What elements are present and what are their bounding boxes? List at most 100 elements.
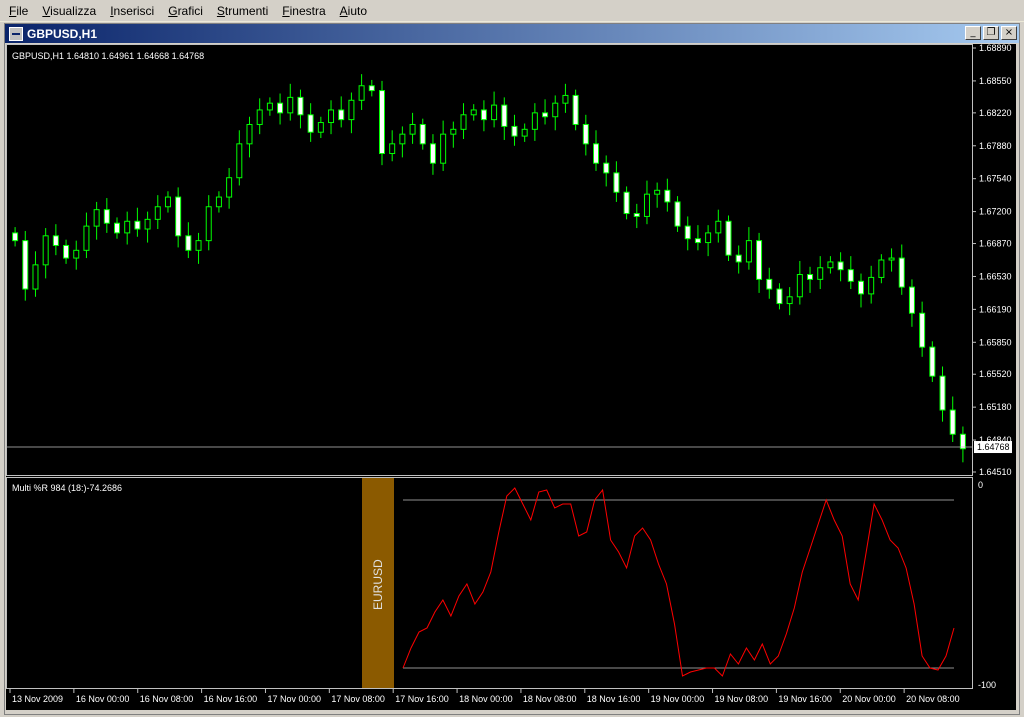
- indicator-tick-label: -100: [978, 680, 996, 690]
- restore-button[interactable]: ❐: [983, 26, 999, 40]
- candle-body-bull: [32, 264, 39, 290]
- candle-body-bull: [246, 123, 253, 145]
- time-tick-label: 16 Nov 16:00: [204, 694, 258, 704]
- candle-body-bull: [786, 296, 793, 305]
- candle-body-bull: [491, 104, 498, 121]
- candle-body-bull: [348, 99, 355, 121]
- candle-body-bear: [949, 409, 956, 435]
- candle-body-bear: [837, 261, 844, 271]
- menu-aiuto[interactable]: Aiuto: [333, 2, 374, 20]
- candle-body-bull: [266, 102, 273, 111]
- candle-body-bear: [582, 123, 589, 145]
- candle-body-bear: [12, 232, 19, 242]
- candle-body-bear: [807, 274, 814, 280]
- time-tick-label: 19 Nov 08:00: [715, 694, 769, 704]
- menu-bar: File Visualizza Inserisci Grafici Strumenti F…: [0, 0, 1024, 22]
- close-icon: ×: [1004, 27, 1014, 38]
- menu-visualizza[interactable]: Visualizza: [35, 2, 103, 20]
- candle-body-bear: [307, 114, 314, 133]
- candle-body-bear: [22, 240, 29, 290]
- candle-body-bear: [511, 125, 518, 137]
- candle-body-bear: [766, 278, 773, 290]
- candle-body-bear: [593, 143, 600, 164]
- candle-body-bull: [236, 143, 243, 179]
- candle-body-bull: [226, 177, 233, 198]
- time-tick-label: 18 Nov 08:00: [523, 694, 577, 704]
- candle-body-bull: [521, 128, 528, 137]
- candle-body-bear: [908, 286, 915, 314]
- candle-body-bear: [857, 280, 864, 295]
- price-tick-label: 1.64510: [979, 467, 1012, 477]
- candle-body-bear: [480, 109, 487, 121]
- candle-body-bull: [195, 240, 202, 251]
- menu-finestra[interactable]: Finestra: [275, 2, 332, 20]
- time-tick-label: 19 Nov 00:00: [651, 694, 705, 704]
- close-button[interactable]: ×: [1001, 26, 1017, 40]
- candle-body-bear: [959, 433, 966, 450]
- candle: [929, 341, 936, 382]
- time-tick-label: 20 Nov 00:00: [842, 694, 896, 704]
- minimize-button[interactable]: _: [965, 26, 981, 40]
- chart-window-icon: [9, 26, 23, 41]
- candle-body-bull: [827, 261, 834, 269]
- indicator-tick-label: 0: [978, 480, 983, 490]
- candle-body-bull: [215, 196, 222, 208]
- price-tick-label: 1.68550: [979, 76, 1012, 86]
- candle-body-bull: [256, 109, 263, 125]
- candle-body-bear: [919, 312, 926, 348]
- candle-body-bear: [847, 269, 854, 282]
- candle-body-bear: [134, 220, 141, 230]
- current-price-label: 1.64768: [977, 442, 1010, 452]
- candle-body-bear: [735, 254, 742, 263]
- chart-info-line: GBPUSD,H1 1.64810 1.64961 1.64668 1.6476…: [12, 51, 204, 61]
- time-tick-label: 16 Nov 00:00: [76, 694, 130, 704]
- candle-body-bull: [450, 128, 457, 135]
- candle-body-bear: [429, 143, 436, 164]
- time-tick-label: 17 Nov 08:00: [331, 694, 385, 704]
- candle-body-bull: [868, 276, 875, 295]
- candle-body-bull: [562, 94, 569, 104]
- candle-body-bull: [715, 220, 722, 234]
- candle-body-bear: [114, 222, 121, 234]
- candle-body-bull: [83, 225, 90, 251]
- candle-body-bear: [378, 90, 385, 155]
- candle-body-bull: [42, 235, 49, 266]
- indicator-label: Multi %R 984 (18:)-74.2686: [12, 483, 122, 493]
- candle-body-bull: [358, 85, 365, 101]
- candle-body-bear: [664, 189, 671, 203]
- candle-body-bear: [898, 257, 905, 288]
- symbol-tag-label: EURUSD: [371, 559, 385, 610]
- menu-grafici[interactable]: Grafici: [161, 2, 210, 20]
- price-tick-label: 1.67200: [979, 207, 1012, 217]
- candle-body-bear: [297, 96, 304, 116]
- price-tick-label: 1.66190: [979, 304, 1012, 314]
- price-tick-label: 1.65180: [979, 402, 1012, 412]
- candle-body-bear: [929, 346, 936, 377]
- candle-body-bull: [643, 193, 650, 217]
- candle-body-bear: [939, 375, 946, 411]
- chart-canvas[interactable]: EURUSD 0 -100 1.68890 1.68550 1.68220 1.67880…: [6, 43, 1016, 710]
- price-chart-svg[interactable]: EURUSD 0 -100 1.68890 1.68550 1.68220 1.67880…: [6, 43, 1016, 710]
- candle-body-bear: [52, 235, 59, 246]
- time-tick-label: 20 Nov 08:00: [906, 694, 960, 704]
- candle-body-bull: [552, 102, 559, 118]
- candle: [725, 215, 732, 261]
- menu-file[interactable]: File: [2, 2, 35, 20]
- menu-strumenti[interactable]: Strumenti: [210, 2, 275, 20]
- restore-icon: ❐: [986, 27, 996, 38]
- time-tick-label: 17 Nov 16:00: [395, 694, 449, 704]
- candle-body-bear: [674, 201, 681, 227]
- candle-body-bear: [277, 102, 284, 114]
- price-tick-label: 1.68220: [979, 108, 1012, 118]
- price-tick-label: 1.67880: [979, 141, 1012, 151]
- candle-body-bull: [154, 206, 161, 220]
- candle-body-bear: [756, 240, 763, 280]
- candle-body-bear: [613, 172, 620, 193]
- candle-body-bear: [542, 112, 549, 118]
- candle: [572, 89, 579, 131]
- candle-body-bull: [144, 218, 151, 230]
- menu-inserisci[interactable]: Inserisci: [103, 2, 161, 20]
- window-titlebar[interactable]: GBPUSD,H1 _ ❐ ×: [5, 24, 1019, 43]
- candle-body-bull: [705, 232, 712, 244]
- candle-body-bull: [205, 206, 212, 242]
